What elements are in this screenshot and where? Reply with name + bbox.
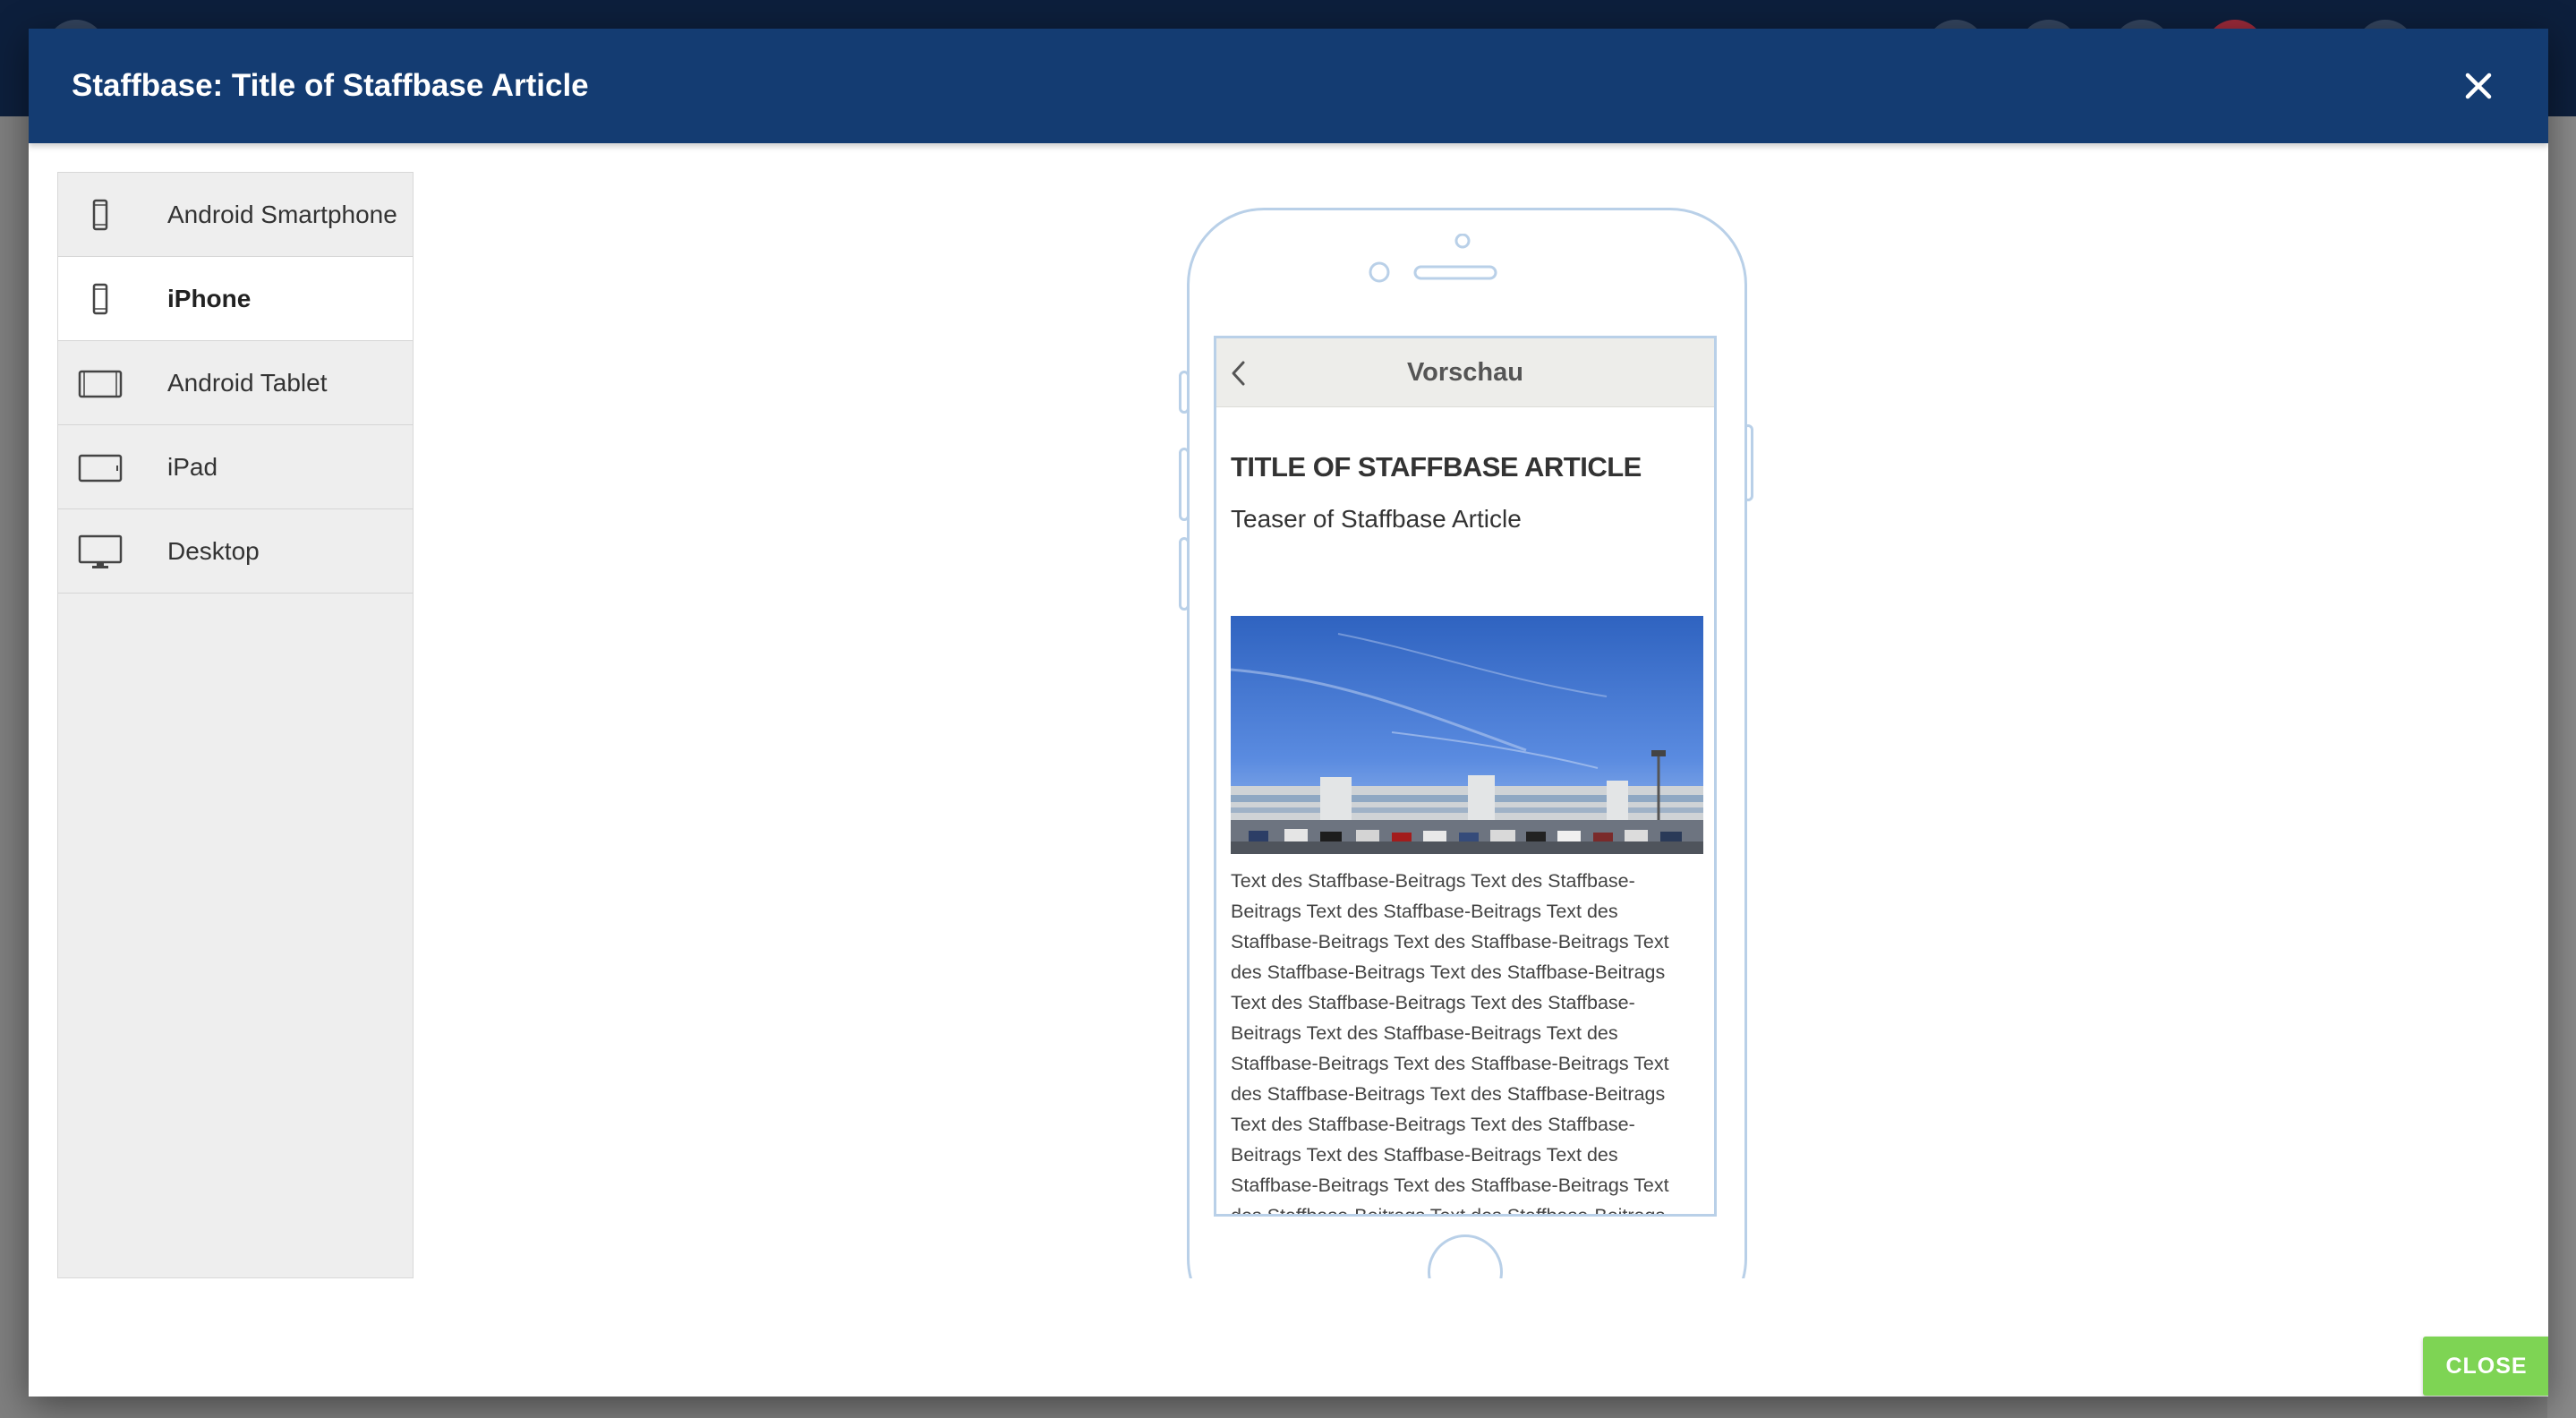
app-header: Vorschau <box>1216 338 1714 407</box>
article-title: TITLE OF STAFFBASE ARTICLE <box>1231 451 1642 483</box>
phone-speaker <box>1369 234 1497 283</box>
preview-modal: Staffbase: Title of Staffbase Article An… <box>29 29 2548 1397</box>
close-icon[interactable] <box>2453 61 2503 111</box>
modal-title: Staffbase: Title of Staffbase Article <box>72 68 589 103</box>
modal-header: Staffbase: Title of Staffbase Article <box>29 29 2548 143</box>
app-screen: Vorschau TITLE OF STAFFBASE ARTICLE Teas… <box>1214 336 1717 1217</box>
article-teaser: Teaser of Staffbase Article <box>1231 505 1522 533</box>
article-body: Text des Staffbase-Beitrags Text des Sta… <box>1231 870 1669 1217</box>
app-header-title: Vorschau <box>1406 358 1523 387</box>
article-image <box>1231 616 1703 854</box>
background-app-panel <box>2547 116 2576 1418</box>
home-button[interactable] <box>1428 1234 1503 1278</box>
close-button[interactable]: CLOSE <box>2423 1337 2548 1396</box>
preview-area: Vorschau TITLE OF STAFFBASE ARTICLE Teas… <box>57 172 2548 1278</box>
